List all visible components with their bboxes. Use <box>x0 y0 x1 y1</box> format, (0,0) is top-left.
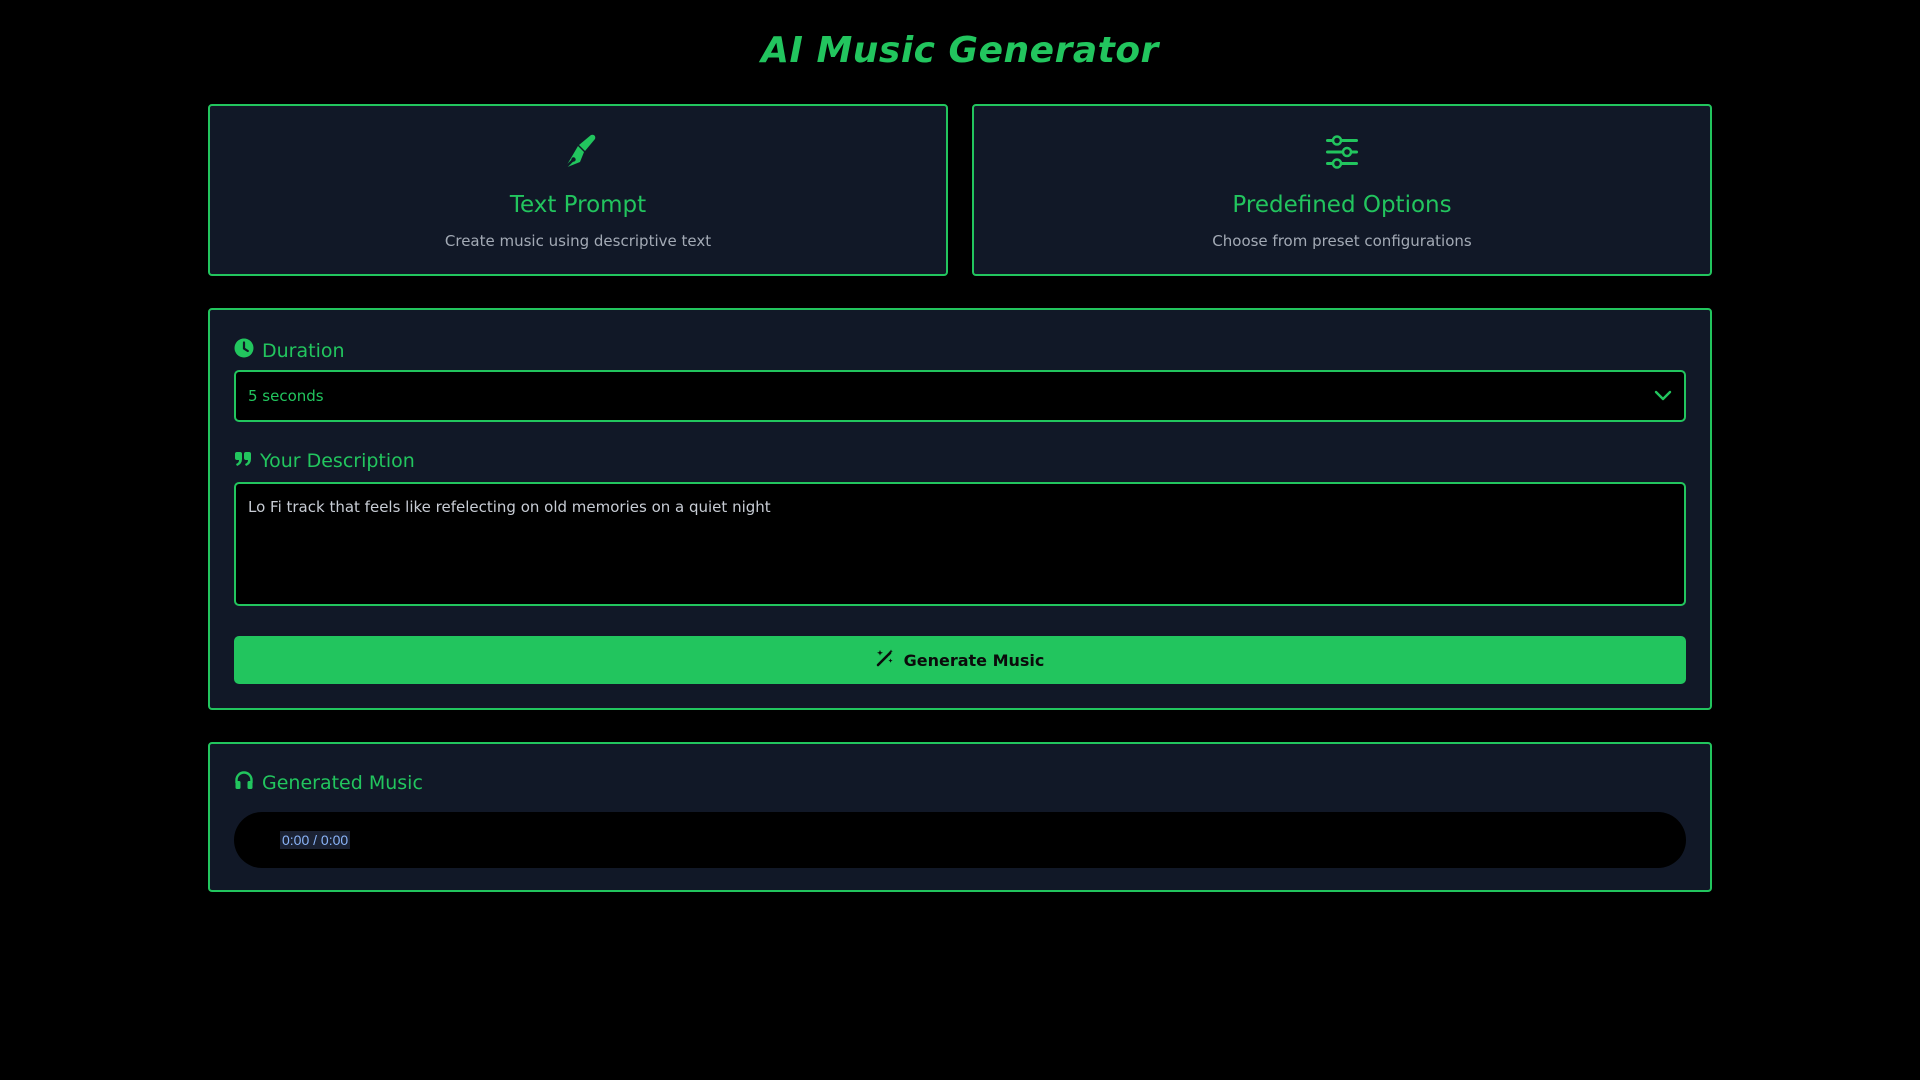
clock-icon <box>234 338 254 363</box>
mode-card-text-prompt[interactable]: Text Prompt Create music using descripti… <box>208 104 948 276</box>
page-title: AI Music Generator <box>761 30 1159 71</box>
audio-time-display: 0:00 / 0:00 <box>280 831 351 849</box>
generate-music-button[interactable]: Generate Music <box>234 636 1686 684</box>
mode-description: Create music using descriptive text <box>444 232 712 250</box>
magic-wand-icon <box>876 649 894 671</box>
mode-title: Predefined Options <box>1232 192 1452 218</box>
duration-label-row: Duration <box>234 338 345 363</box>
duration-select[interactable]: 5 seconds <box>234 370 1686 422</box>
duration-label: Duration <box>262 339 345 362</box>
mode-description: Choose from preset configurations <box>1212 232 1472 250</box>
description-label-row: Your Description <box>234 450 415 472</box>
chevron-down-icon <box>1654 387 1672 406</box>
sliders-icon <box>974 132 1710 172</box>
generated-music-panel: Generated Music 0:00 / 0:00 <box>208 742 1712 892</box>
mode-title: Text Prompt <box>509 192 647 218</box>
audio-player[interactable]: 0:00 / 0:00 <box>234 812 1686 868</box>
description-label: Your Description <box>260 450 415 472</box>
pen-nib-icon <box>210 132 946 172</box>
generate-button-label: Generate Music <box>903 650 1045 670</box>
headphones-icon <box>234 770 254 795</box>
description-textarea[interactable]: Lo Fi track that feels like refelecting … <box>234 482 1686 606</box>
mode-card-predefined-options[interactable]: Predefined Options Choose from preset co… <box>972 104 1712 276</box>
quote-icon <box>234 450 252 472</box>
generated-music-heading-row: Generated Music <box>234 770 423 795</box>
duration-selected-value: 5 seconds <box>248 387 324 405</box>
generation-form: Duration 5 seconds Your Description Lo F… <box>208 308 1712 710</box>
generated-music-heading: Generated Music <box>262 771 423 794</box>
